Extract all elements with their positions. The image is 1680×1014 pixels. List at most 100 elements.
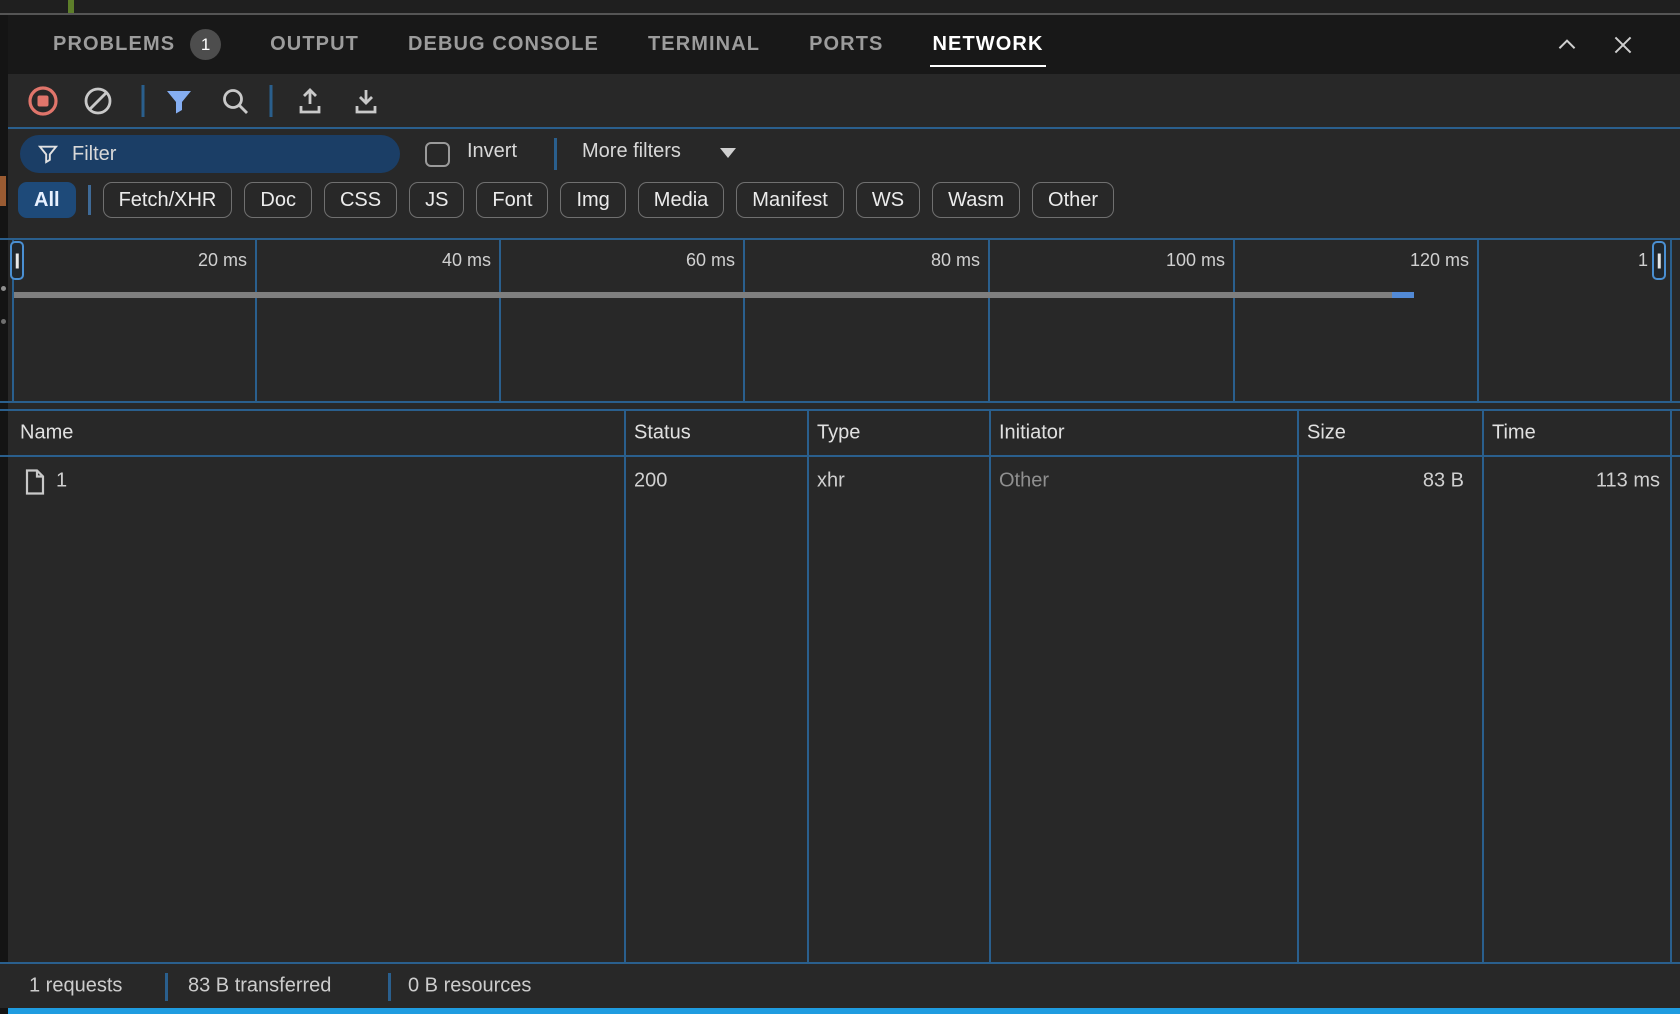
cell-initiator[interactable]: Other [999, 469, 1049, 492]
overview-gridline [1233, 240, 1235, 401]
chip-wasm[interactable]: Wasm [932, 182, 1020, 218]
tick-label: 120 ms [1410, 250, 1469, 271]
overview-request-bar [14, 292, 1392, 298]
chip-all[interactable]: All [18, 182, 76, 218]
tab-label: NETWORK [932, 33, 1043, 56]
chip-img[interactable]: Img [560, 182, 625, 218]
request-type-filter-chips: All Fetch/XHR Doc CSS JS Font Img Media … [8, 180, 1680, 220]
chip-label: Manifest [752, 189, 828, 212]
tab-label: PROBLEMS [53, 33, 175, 56]
chip-label: Fetch/XHR [119, 189, 217, 212]
chip-label: All [34, 189, 60, 212]
overview-left-handle[interactable] [10, 241, 24, 280]
chevron-up-icon[interactable] [1554, 32, 1580, 58]
panel-focus-border [8, 1008, 1680, 1014]
summary-divider [165, 973, 168, 1001]
chips-divider [88, 185, 91, 215]
invert-label: Invert [467, 140, 517, 163]
invert-checkbox[interactable] [425, 142, 450, 167]
tab-network[interactable]: NETWORK [932, 15, 1043, 74]
tab-ports[interactable]: PORTS [809, 15, 883, 74]
close-icon[interactable] [1610, 32, 1636, 58]
record-stop-button[interactable] [27, 85, 59, 117]
chip-label: CSS [340, 189, 381, 212]
active-tab-underline [930, 65, 1045, 67]
tick-label: 40 ms [442, 250, 491, 271]
column-header-name[interactable]: Name [20, 422, 73, 445]
handle-grip [16, 253, 19, 268]
summary-divider [388, 973, 391, 1001]
toolbar-bottom-rule [8, 127, 1680, 129]
filter-row-divider [554, 138, 557, 170]
tab-debug-console[interactable]: DEBUG CONSOLE [408, 15, 599, 74]
filter-icon[interactable] [164, 86, 194, 116]
tick-label: 100 ms [1166, 250, 1225, 271]
chip-label: Wasm [948, 189, 1004, 212]
clear-network-log-icon[interactable] [83, 86, 113, 116]
tab-terminal[interactable]: TERMINAL [648, 15, 760, 74]
overview-right-handle[interactable] [1652, 241, 1666, 280]
chip-label: WS [872, 189, 904, 212]
overview-request-bar-download [1392, 292, 1414, 298]
cell-type: xhr [817, 469, 845, 492]
chip-font[interactable]: Font [476, 182, 548, 218]
chip-label: Doc [260, 189, 296, 212]
chip-ws[interactable]: WS [856, 182, 920, 218]
tab-label: OUTPUT [270, 33, 359, 56]
tab-problems[interactable]: PROBLEMS 1 [53, 15, 221, 74]
chip-fetch-xhr[interactable]: Fetch/XHR [103, 182, 233, 218]
resources-size: 0 B resources [408, 975, 531, 998]
panel-actions [1554, 15, 1636, 74]
cell-name[interactable]: 1 [56, 469, 67, 492]
overview-gridline [743, 240, 745, 401]
chip-label: JS [425, 189, 448, 212]
transferred-size: 83 B transferred [188, 975, 331, 998]
network-overview-timeline[interactable]: 20 ms 40 ms 60 ms 80 ms 100 ms 120 ms 1 [0, 238, 1680, 403]
tick-label-clipped: 1 [1638, 250, 1648, 271]
chip-manifest[interactable]: Manifest [736, 182, 844, 218]
overview-right-border [1670, 240, 1672, 401]
tab-output[interactable]: OUTPUT [270, 15, 359, 74]
tab-label: PORTS [809, 33, 883, 56]
search-icon[interactable] [220, 86, 250, 116]
chevron-down-icon [720, 148, 736, 158]
filter-row: Invert More filters [8, 130, 1680, 178]
tick-label: 20 ms [198, 250, 247, 271]
requests-count: 1 requests [29, 975, 122, 998]
panel-tabs: PROBLEMS 1 OUTPUT DEBUG CONSOLE TERMINAL… [53, 15, 1044, 74]
column-header-initiator[interactable]: Initiator [999, 422, 1065, 445]
vscode-panel: 26 // const yourMMKVStorage = new MMKV()… [0, 0, 1680, 1014]
left-edge-marker [0, 176, 6, 206]
editor-code-strip: 26 // const yourMMKVStorage = new MMKV()… [0, 0, 1680, 13]
requests-table-header: Name Status Type Initiator Size Time [0, 409, 1680, 457]
filter-input[interactable] [72, 143, 372, 166]
chip-js[interactable]: JS [409, 182, 464, 218]
import-har-icon[interactable] [295, 86, 325, 116]
toolbar-divider [142, 85, 145, 117]
more-filters-button[interactable]: More filters [582, 140, 681, 163]
document-icon [24, 467, 46, 495]
tab-label: TERMINAL [648, 33, 760, 56]
column-header-status[interactable]: Status [634, 422, 691, 445]
cell-size: 83 B [1297, 469, 1474, 492]
chip-label: Img [576, 189, 609, 212]
tab-label: DEBUG CONSOLE [408, 33, 599, 56]
filter-input-pill[interactable] [20, 135, 400, 173]
chip-media[interactable]: Media [638, 182, 724, 218]
overview-gridline [499, 240, 501, 401]
chip-label: Other [1048, 189, 1098, 212]
column-header-type[interactable]: Type [817, 422, 860, 445]
column-header-time[interactable]: Time [1492, 422, 1536, 445]
summary-bar: 1 requests 83 B transferred 0 B resource… [0, 962, 1680, 1008]
cell-status: 200 [634, 469, 667, 492]
gutter-modified-indicator [68, 0, 74, 13]
column-header-size[interactable]: Size [1307, 422, 1346, 445]
cell-time: 113 ms [1482, 469, 1670, 492]
overview-gridline [1477, 240, 1479, 401]
chip-other[interactable]: Other [1032, 182, 1114, 218]
export-har-icon[interactable] [351, 86, 381, 116]
funnel-icon [37, 143, 59, 165]
chip-css[interactable]: CSS [324, 182, 397, 218]
chip-doc[interactable]: Doc [244, 182, 312, 218]
table-row[interactable]: 1 200 xhr Other 83 B 113 ms [0, 457, 1680, 504]
